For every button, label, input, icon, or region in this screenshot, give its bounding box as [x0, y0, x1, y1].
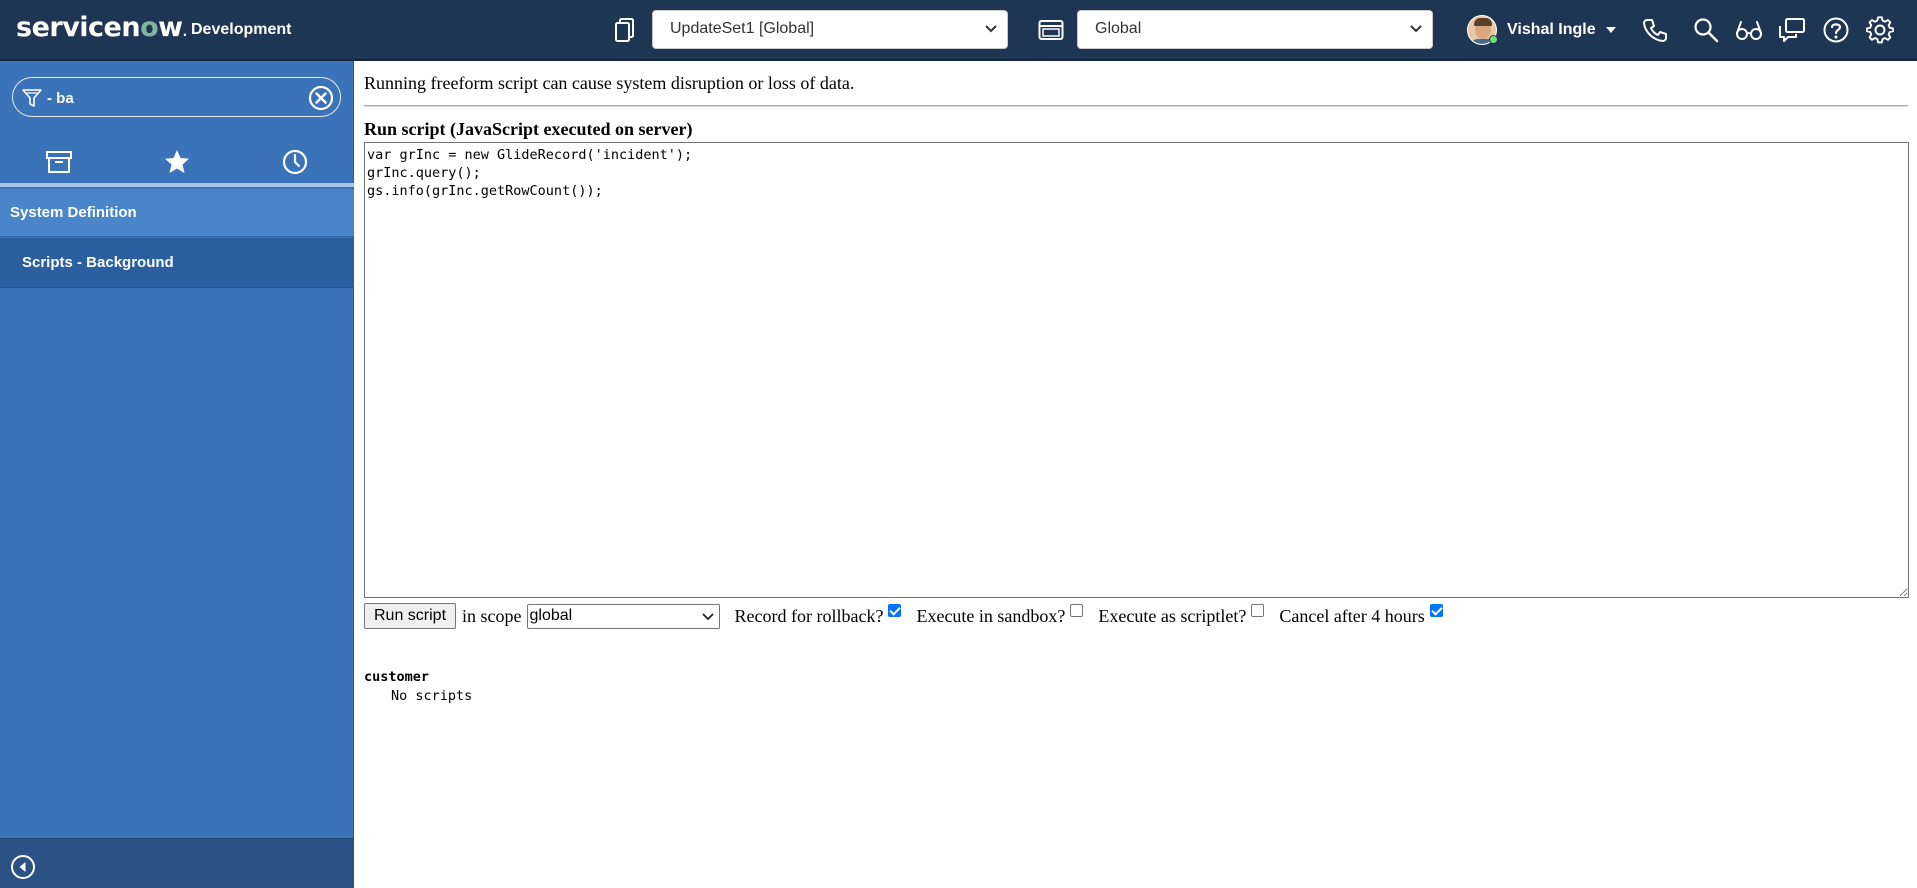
- clock-icon: [282, 149, 308, 175]
- scope-select[interactable]: global: [526, 603, 720, 629]
- connect-chat-icon[interactable]: [1776, 14, 1808, 46]
- application-picker-value: Global: [1095, 20, 1142, 37]
- help-icon[interactable]: [1820, 14, 1852, 46]
- top-header: servicenow. Development UpdateSet1 [Glob…: [0, 0, 1917, 61]
- execute-scriptlet-label: Execute as scriptlet?: [1098, 605, 1247, 626]
- filter-icon: [22, 89, 42, 107]
- application-navigator: System Definition Scripts - Background: [0, 61, 354, 888]
- output-scope-title: customer: [364, 669, 430, 685]
- page-title: Run script (JavaScript executed on serve…: [364, 119, 693, 139]
- tab-underline: [0, 183, 354, 187]
- accessibility-glasses-icon[interactable]: [1733, 14, 1765, 46]
- run-script-button[interactable]: Run script: [364, 603, 457, 629]
- application-picker[interactable]: Global: [1077, 10, 1433, 49]
- run-controls: Run script in scope global Record for ro…: [364, 601, 1909, 631]
- presence-indicator: [1489, 35, 1498, 44]
- instance-name: Development: [191, 21, 292, 38]
- script-editor[interactable]: var grInc = new GlideRecord('incident');…: [364, 142, 1909, 598]
- search-icon[interactable]: [1690, 14, 1722, 46]
- update-set-icon[interactable]: [609, 14, 641, 46]
- chevron-down-icon: [985, 25, 997, 33]
- record-rollback-checkbox[interactable]: [888, 603, 902, 617]
- clear-filter-icon[interactable]: [308, 85, 334, 111]
- update-set-picker-value: UpdateSet1 [Global]: [670, 20, 815, 37]
- output-message: No scripts: [391, 688, 473, 704]
- phone-icon[interactable]: [1639, 14, 1671, 46]
- module-section-system-definition[interactable]: System Definition: [0, 189, 354, 237]
- user-name: Vishal Ingle: [1507, 21, 1596, 38]
- execute-sandbox-label: Execute in sandbox?: [916, 605, 1066, 626]
- navigator-filter-input[interactable]: [47, 86, 307, 110]
- execute-sandbox-checkbox[interactable]: [1070, 603, 1084, 617]
- divider: [364, 105, 1908, 107]
- main-content: Running freeform script can cause system…: [364, 61, 1909, 888]
- record-rollback-label: Record for rollback?: [734, 605, 884, 626]
- update-set-picker[interactable]: UpdateSet1 [Global]: [652, 10, 1008, 49]
- scope-select-value: global: [529, 607, 573, 624]
- caret-down-icon: [1605, 27, 1616, 33]
- servicenow-logo[interactable]: servicenow.: [16, 12, 187, 43]
- cancel-after-checkbox[interactable]: [1429, 603, 1443, 617]
- application-icon[interactable]: [1035, 14, 1067, 46]
- navigator-footer: [0, 838, 354, 888]
- archive-icon: [46, 151, 72, 173]
- cancel-after-label: Cancel after 4 hours: [1279, 605, 1425, 626]
- warning-text: Running freeform script can cause system…: [364, 73, 855, 93]
- scope-label: in scope: [462, 605, 522, 626]
- navigator-filter[interactable]: [12, 77, 341, 117]
- settings-gear-icon[interactable]: [1864, 14, 1896, 46]
- chevron-down-icon: [1410, 25, 1422, 33]
- module-scripts-background[interactable]: Scripts - Background: [0, 238, 354, 288]
- collapse-navigator-icon[interactable]: [10, 854, 36, 880]
- star-icon: [165, 150, 189, 173]
- chevron-down-icon: [701, 612, 714, 620]
- execute-scriptlet-checkbox[interactable]: [1251, 603, 1265, 617]
